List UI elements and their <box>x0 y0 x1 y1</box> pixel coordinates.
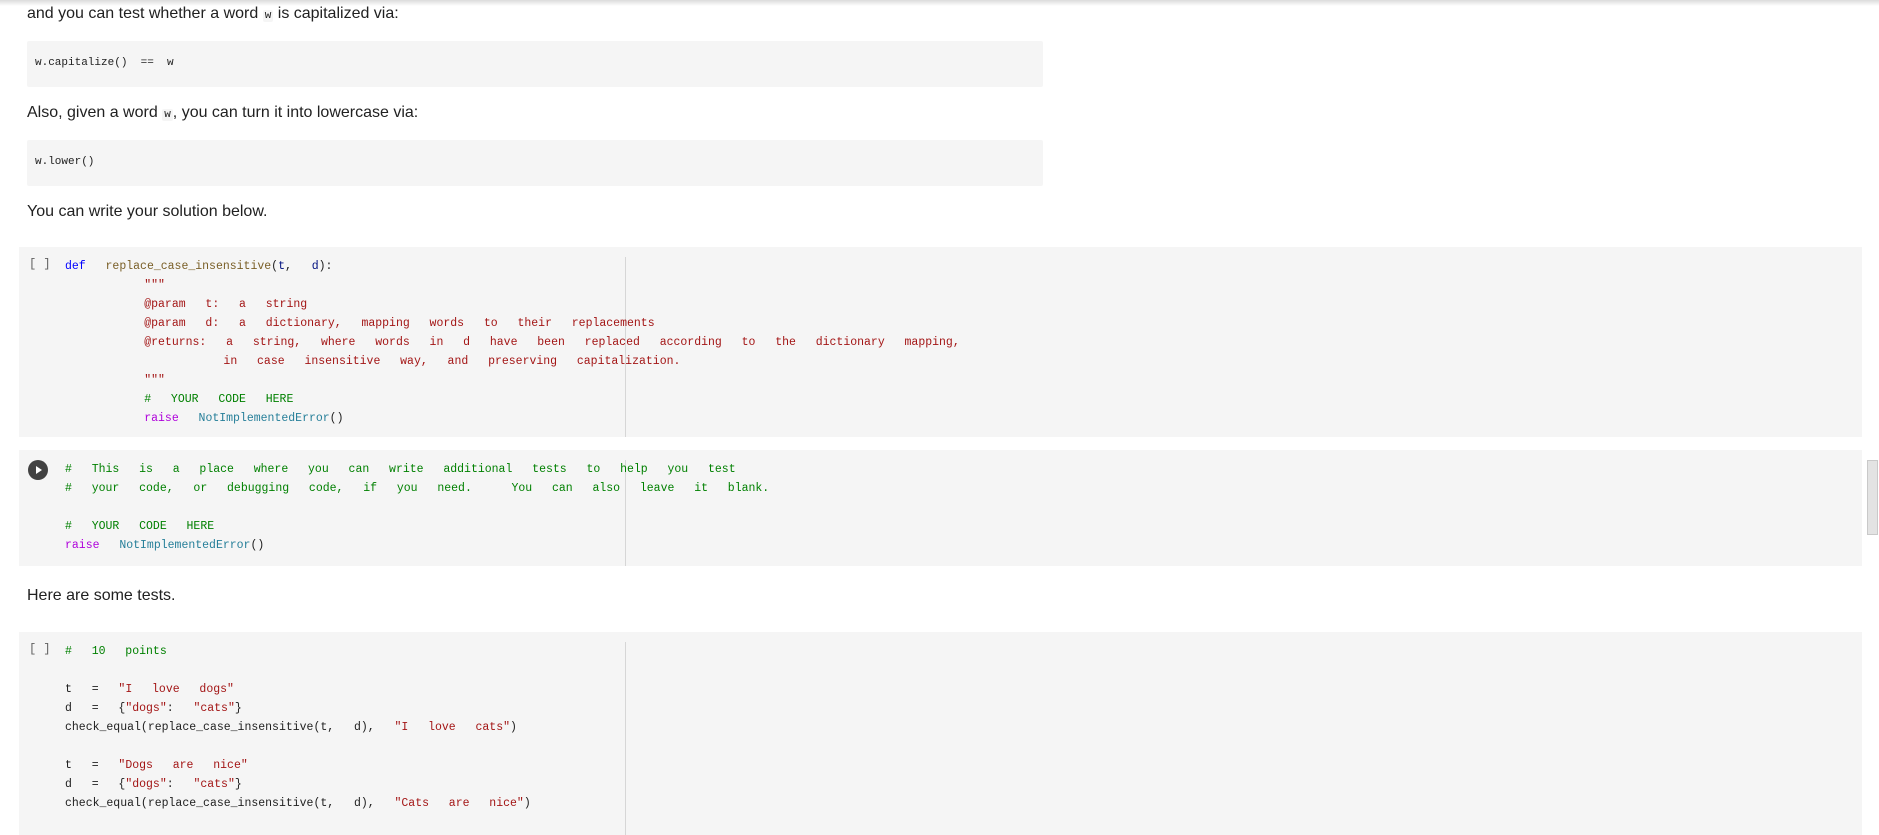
string-literal: "cats" <box>193 778 235 791</box>
code-editor[interactable]: # 10 points t = "I love dogs" d = {"dogs… <box>65 642 531 813</box>
check-fn-call: check_equal <box>65 797 141 810</box>
keyword-raise: raise <box>144 412 179 425</box>
string-literal: "I love dogs" <box>118 683 234 696</box>
fn-call: replace_case_insensitive <box>147 721 314 734</box>
function-name: replace_case_insensitive <box>105 260 272 273</box>
string-literal: "Dogs are nice" <box>118 759 248 772</box>
code-comment: # YOUR CODE HERE <box>65 520 215 533</box>
markdown-capitalized-intro: and you can test whether a word w is cap… <box>27 5 399 23</box>
docstring-line: in case insensitive way, and preserving … <box>144 355 681 368</box>
docstring-line: @param t: a string <box>144 298 308 311</box>
docstring-line: @returns: a string, where words in d hav… <box>144 336 960 349</box>
code-comment: # your code, or debugging code, if you n… <box>65 482 770 495</box>
string-literal: "dogs" <box>125 778 167 791</box>
code-comment: # This is a place where you can write ad… <box>65 463 736 476</box>
md-text-part: Also, given a word <box>27 104 163 121</box>
string-literal: "I love cats" <box>394 721 511 734</box>
docstring-open: """ <box>144 279 165 292</box>
docstring-line: @param d: a dictionary, mapping words to… <box>144 317 655 330</box>
inline-code-w: w <box>262 10 274 22</box>
markdown-tests-intro: Here are some tests. <box>27 587 176 604</box>
code-cell-scratch[interactable]: # This is a place where you can write ad… <box>19 450 1862 566</box>
cell-execution-count[interactable]: [ ] <box>29 257 51 271</box>
page-scrollbar-thumb[interactable] <box>1867 460 1878 535</box>
code-editor[interactable]: # This is a place where you can write ad… <box>65 460 769 555</box>
error-class: NotImplementedError <box>119 539 251 552</box>
code-block-capitalize: w.capitalize() == w <box>27 41 1043 87</box>
code-cell-solution[interactable]: [ ] def replace_case_insensitive(t, d): … <box>19 247 1862 437</box>
inline-code-w: w <box>162 109 173 121</box>
keyword-def: def <box>65 260 86 273</box>
md-text-part: and you can test whether a word <box>27 5 263 22</box>
fn-call: replace_case_insensitive <box>147 797 314 810</box>
md-text-part: , you can turn it into lowercase via: <box>172 104 419 121</box>
docstring-close: """ <box>144 374 165 387</box>
keyword-raise: raise <box>65 539 100 552</box>
string-literal: "dogs" <box>125 702 167 715</box>
markdown-lowercase-intro: Also, given a word w, you can turn it in… <box>27 104 418 122</box>
toolbar-shadow <box>0 0 1879 6</box>
code-editor[interactable]: def replace_case_insensitive(t, d): """ … <box>65 257 960 428</box>
check-fn-call: check_equal <box>65 721 141 734</box>
code-comment: # YOUR CODE HERE <box>144 393 294 406</box>
code-comment: # 10 points <box>65 645 167 658</box>
error-class: NotImplementedError <box>198 412 330 425</box>
code-block-lower: w.lower() <box>27 140 1043 186</box>
string-literal: "cats" <box>193 702 235 715</box>
cell-execution-count[interactable]: [ ] <box>29 642 51 656</box>
param-t: t <box>278 260 285 273</box>
string-literal: "Cats are nice" <box>394 797 524 810</box>
param-d: d <box>311 260 319 273</box>
run-cell-button[interactable] <box>28 460 48 480</box>
line-length-ruler <box>625 642 626 835</box>
md-text-part: is capitalized via: <box>273 5 399 22</box>
markdown-solution-intro: You can write your solution below. <box>27 203 268 220</box>
code-cell-tests[interactable]: [ ] # 10 points t = "I love dogs" d = {"… <box>19 632 1862 835</box>
